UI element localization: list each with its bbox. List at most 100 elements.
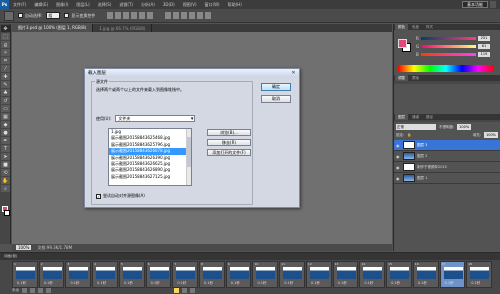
background-color-swatch[interactable] xyxy=(4,210,10,216)
pen-tool-icon[interactable]: ✒ xyxy=(1,137,10,144)
close-window-icon[interactable] xyxy=(490,1,496,8)
blue-slider-track[interactable] xyxy=(421,52,476,56)
lasso-tool-icon[interactable]: ϱ xyxy=(1,41,10,48)
show-transform-checkbox[interactable] xyxy=(64,13,70,18)
align-right-icon[interactable] xyxy=(147,12,154,19)
marquee-tool-icon[interactable]: ⬚ xyxy=(1,33,10,40)
distribute-left-icon[interactable] xyxy=(189,12,196,19)
animation-frame[interactable]: 5 0.1秒 xyxy=(118,261,145,288)
frame-delay[interactable]: 0.1秒 xyxy=(311,281,320,286)
frame-delay[interactable]: 0.1秒 xyxy=(391,281,400,286)
animation-frame[interactable]: 14 0.1秒 xyxy=(359,261,386,288)
frame-delay[interactable]: 0.1秒 xyxy=(70,281,79,286)
align-hcenter-icon[interactable] xyxy=(139,12,146,19)
frame-delay[interactable]: 0.1秒 xyxy=(364,281,373,286)
clone-stamp-tool-icon[interactable]: ♣ xyxy=(1,89,10,96)
layer-row[interactable]: ◉ 图层 3 xyxy=(394,140,500,151)
menu-item[interactable]: 窗口(W) xyxy=(201,2,224,8)
frame-delay[interactable]: 0.1秒 xyxy=(284,281,293,286)
green-slider[interactable]: G 61 xyxy=(416,43,498,49)
eyedropper-tool-icon[interactable]: ⁄ xyxy=(1,65,10,72)
animation-frame[interactable]: 9 0.1秒 xyxy=(225,261,252,288)
auto-select-checkbox[interactable] xyxy=(18,13,23,18)
distribute-hcenter-icon[interactable] xyxy=(197,12,204,19)
eye-icon[interactable]: ◉ xyxy=(396,154,401,159)
menu-item[interactable]: 文件(F) xyxy=(9,2,30,8)
distribute-top-icon[interactable] xyxy=(165,12,172,19)
red-slider[interactable]: R 251 xyxy=(416,35,498,41)
close-icon[interactable]: ✕ xyxy=(290,70,297,76)
menu-item[interactable]: 选择(S) xyxy=(94,2,116,8)
layer-row[interactable]: ◉ 图层 2 xyxy=(394,151,500,162)
tab-animation[interactable]: 动画(帧) xyxy=(4,254,17,259)
tween-icon[interactable] xyxy=(174,287,179,293)
file-list-scrollbar[interactable] xyxy=(186,129,191,185)
menu-item[interactable]: 编辑(E) xyxy=(30,2,52,8)
animation-frame[interactable]: 10 0.1秒 xyxy=(252,261,279,288)
frame-delay[interactable]: 0.1秒 xyxy=(338,281,347,286)
auto-select-dropdown[interactable]: 组 xyxy=(46,12,61,19)
align-top-icon[interactable] xyxy=(107,12,114,19)
animation-frame[interactable]: 3 0.1秒 xyxy=(65,261,92,288)
animation-frame[interactable]: 15 0.1秒 xyxy=(386,261,412,288)
distribute-bottom-icon[interactable] xyxy=(181,12,188,19)
auto-align-option[interactable]: 尝试自动对齐源图像(A) xyxy=(96,193,145,199)
menu-item[interactable]: 图像(I) xyxy=(52,2,72,8)
color-spectrum[interactable] xyxy=(398,65,494,72)
menu-item[interactable]: 图层(L) xyxy=(72,2,93,8)
frame-delay[interactable]: 0.1秒 xyxy=(97,281,106,286)
animation-frame[interactable]: 6 0.1秒 xyxy=(145,261,172,288)
align-bottom-icon[interactable] xyxy=(123,12,130,19)
shape-tool-icon[interactable]: ■ xyxy=(1,161,10,168)
history-brush-tool-icon[interactable]: ↺ xyxy=(1,97,10,104)
first-frame-icon[interactable] xyxy=(22,287,27,293)
frame-delay[interactable]: 0.1秒 xyxy=(418,281,427,286)
hand-tool-icon[interactable]: ✋ xyxy=(1,177,10,184)
frame-delay[interactable]: 0.1秒 xyxy=(445,281,454,286)
file-list[interactable]: 1.jpg 展示截图20158843625468.jpg 展示截图201588436… xyxy=(108,128,192,186)
frame-delay[interactable]: 0.1秒 xyxy=(124,281,133,286)
duplicate-frame-icon[interactable] xyxy=(182,287,187,293)
tab-paths[interactable]: 路径 xyxy=(423,114,436,120)
show-transform-option[interactable]: 显示变换控件 xyxy=(64,13,95,19)
file-list-item[interactable]: 展示截图20158843627125.jpg xyxy=(109,174,191,180)
red-value[interactable]: 251 xyxy=(478,35,490,41)
add-open-files-button[interactable]: 添加打开的文件(F) xyxy=(207,149,251,156)
layer-row[interactable]: ◉ 图层 1 xyxy=(394,173,500,184)
ok-button[interactable]: 确定 xyxy=(261,83,291,91)
blur-tool-icon[interactable]: ◆ xyxy=(1,121,10,128)
animation-frame[interactable]: 11 0.1秒 xyxy=(279,261,305,288)
dodge-tool-icon[interactable]: ● xyxy=(1,129,10,136)
next-frame-icon[interactable] xyxy=(46,287,51,293)
layer-row[interactable]: ◉ 制作于视频年2015 xyxy=(394,162,500,173)
loop-dropdown[interactable]: 永远 xyxy=(12,288,19,293)
frame-delay[interactable]: 0.1秒 xyxy=(257,281,266,286)
play-icon[interactable] xyxy=(38,287,43,293)
frame-delay[interactable]: 0.1秒 xyxy=(151,281,160,286)
fill-input[interactable]: 100% xyxy=(484,132,498,138)
animation-frame[interactable]: 4 0.1秒 xyxy=(92,261,118,288)
move-tool-icon[interactable]: ✥ xyxy=(1,25,10,32)
foreground-color-swatch[interactable] xyxy=(398,39,407,48)
magic-wand-tool-icon[interactable]: ✧ xyxy=(1,49,10,56)
animation-frame[interactable]: 17 0.1秒 xyxy=(439,261,466,288)
animation-frame[interactable]: 2 0.1秒 xyxy=(38,261,65,288)
eye-icon[interactable]: ◉ xyxy=(396,143,401,148)
align-vcenter-icon[interactable] xyxy=(115,12,122,19)
path-selection-tool-icon[interactable]: ➤ xyxy=(1,153,10,160)
cancel-button[interactable]: 取消 xyxy=(261,95,291,103)
tab-channels[interactable]: 通道 xyxy=(409,114,422,120)
animation-frame[interactable]: 13 0.1秒 xyxy=(332,261,359,288)
scrollbar-thumb[interactable] xyxy=(187,137,191,167)
tab-document-1[interactable]: 图片3.psd @ 100% (图层 1, RGB/8) xyxy=(12,24,94,32)
frame-delay[interactable]: 0.1秒 xyxy=(44,281,53,286)
eraser-tool-icon[interactable]: ▭ xyxy=(1,105,10,112)
green-value[interactable]: 61 xyxy=(478,43,490,49)
use-dropdown[interactable]: 文件夹 xyxy=(115,115,196,122)
eye-icon[interactable]: ◉ xyxy=(396,165,401,170)
auto-align-checkbox[interactable] xyxy=(96,193,101,199)
frame-delay[interactable]: 0.1秒 xyxy=(204,281,213,286)
distribute-vcenter-icon[interactable] xyxy=(173,12,180,19)
frame-delay[interactable]: 0.1秒 xyxy=(17,281,26,286)
frame-delay[interactable]: 0.1秒 xyxy=(231,281,240,286)
